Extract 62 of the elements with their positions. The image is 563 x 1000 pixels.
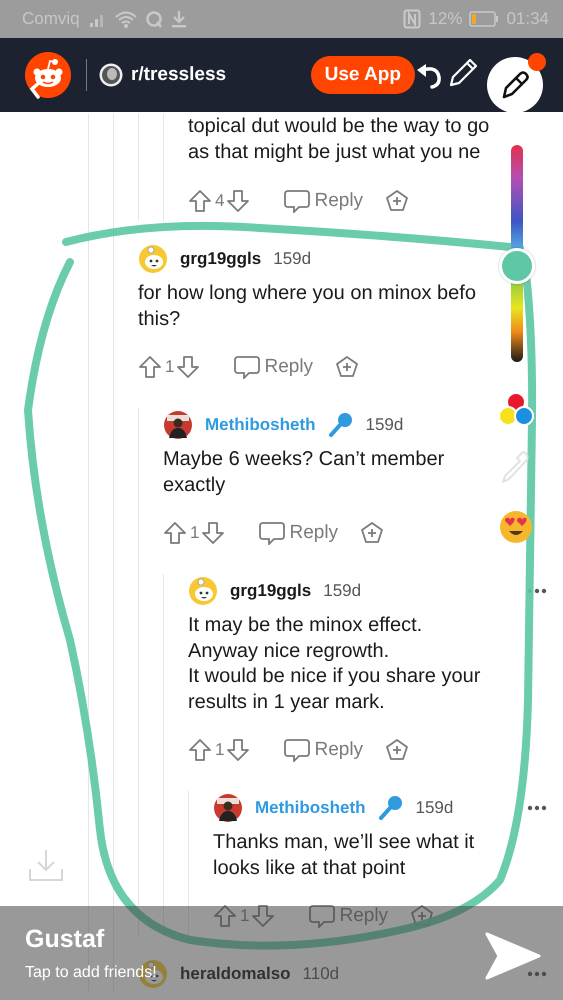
avatar <box>138 244 168 274</box>
upvote-icon[interactable] <box>213 904 237 928</box>
comment-icon <box>284 738 310 762</box>
comment-text: It may be the minox effect. Anyway nice regrowth. It would be nice if you share your results in 1 year mark. <box>188 613 480 714</box>
vote-count: 1 <box>240 906 250 926</box>
award-icon[interactable] <box>360 521 384 545</box>
avatar <box>188 576 218 606</box>
downvote-icon[interactable] <box>201 521 226 545</box>
notification-icon <box>144 9 163 29</box>
heart-eyes-emoji-icon[interactable] <box>499 510 533 544</box>
username[interactable]: Methibosheth <box>255 798 366 818</box>
username[interactable]: grg19ggls <box>180 249 262 269</box>
vote-count: 1 <box>190 523 200 543</box>
more-menu-icon[interactable] <box>527 971 547 977</box>
comment-icon <box>309 904 336 928</box>
comment-text: for how long where you on minox befo this? <box>138 281 476 332</box>
community-avatar <box>99 63 123 87</box>
comment-text: Maybe 6 weeks? Can’t member exactly <box>163 447 444 498</box>
comment-text: Thanks man, we’ll see what it looks like at that point <box>213 830 474 880</box>
username[interactable]: heraldomalso <box>180 964 291 984</box>
subreddit-name[interactable]: r/tressless <box>131 64 226 86</box>
comment-age: 110d <box>302 964 340 984</box>
reply-button[interactable]: Reply <box>284 738 364 762</box>
comment-age: 159d <box>273 249 312 269</box>
alien-logo-icon[interactable] <box>24 51 72 99</box>
more-menu-icon[interactable] <box>527 805 547 811</box>
wifi-icon <box>114 9 138 29</box>
color-palette-icon[interactable] <box>497 392 535 428</box>
vote-count: 1 <box>165 357 174 377</box>
upvote-icon[interactable] <box>138 355 162 379</box>
vote-count: 1 <box>215 740 224 760</box>
nfc-icon <box>403 9 422 29</box>
battery-icon <box>469 11 500 27</box>
username[interactable]: grg19ggls <box>230 581 312 601</box>
reply-button[interactable]: Reply <box>259 521 338 545</box>
comment-text: topical dut would be the way to go as that might be just what you ne <box>188 114 490 164</box>
use-app-button[interactable]: Use App <box>310 56 415 94</box>
pencil-icon[interactable] <box>447 57 479 89</box>
upvote-icon[interactable] <box>188 189 212 213</box>
reply-button[interactable]: Reply <box>234 355 314 379</box>
award-icon[interactable] <box>385 738 410 762</box>
downvote-icon[interactable] <box>226 189 250 213</box>
reply-button[interactable]: Reply <box>284 189 364 213</box>
download-icon <box>170 9 188 29</box>
downvote-icon[interactable] <box>226 738 250 762</box>
award-icon[interactable] <box>335 355 360 379</box>
downvote-icon[interactable] <box>251 904 276 928</box>
upvote-icon[interactable] <box>163 521 187 545</box>
vote-count: 4 <box>215 191 224 211</box>
downvote-icon[interactable] <box>176 355 200 379</box>
comment-age: 159d <box>323 581 362 601</box>
send-icon[interactable] <box>485 931 541 981</box>
avatar <box>163 410 193 440</box>
comment-icon <box>234 355 260 379</box>
comment-age: 159d <box>416 798 454 818</box>
username[interactable]: Methibosheth <box>205 415 316 435</box>
upvote-icon[interactable] <box>188 738 212 762</box>
award-icon[interactable] <box>385 189 410 213</box>
comment-age: 159d <box>366 415 404 435</box>
comment-icon <box>284 189 310 213</box>
avatar <box>213 793 243 823</box>
comment-icon <box>259 521 286 545</box>
